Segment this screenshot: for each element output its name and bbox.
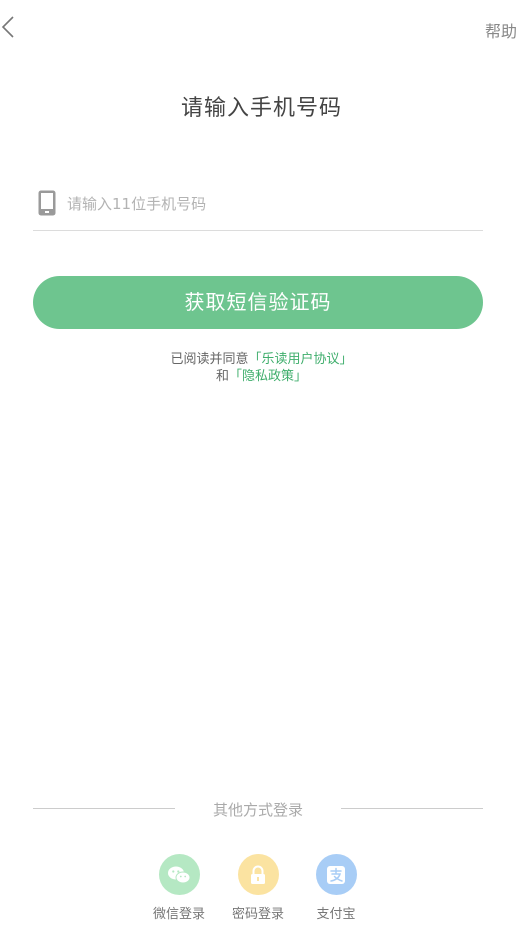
other-login-label: 其他方式登录	[212, 801, 303, 819]
mobile-phone-icon	[38, 190, 56, 216]
lock-icon	[251, 865, 265, 884]
other-login-divider: 其他方式登录	[33, 798, 483, 820]
agreement-text: 已阅读并同意「乐读用户协议」 和「隐私政策」	[0, 351, 523, 385]
back-button[interactable]	[0, 14, 22, 40]
wechat-login-label: 微信登录	[152, 907, 205, 922]
page-title: 请输入手机号码	[180, 96, 342, 121]
password-login-circle	[237, 854, 279, 895]
divider-line-right	[341, 808, 483, 809]
login-page: 帮助 请输入手机号码 获取短信验证码 已阅读并同意「乐读用户协议」 和「隐私政策…	[0, 0, 523, 939]
alipay-icon	[327, 865, 345, 884]
open-bracket: 「	[248, 352, 262, 367]
password-login-button[interactable]: 密码登录	[223, 854, 293, 922]
close-bracket: 」	[294, 369, 308, 384]
get-sms-code-button[interactable]: 获取短信验证码	[33, 276, 483, 329]
agreement-connector: 和	[215, 369, 229, 384]
wechat-login-button[interactable]: 微信登录	[144, 854, 214, 922]
chevron-left-icon	[1, 16, 14, 38]
wechat-icon	[168, 866, 191, 883]
user-agreement-link[interactable]: 乐读用户协议	[262, 352, 340, 367]
phone-input[interactable]	[67, 188, 467, 220]
alipay-login-circle	[315, 854, 357, 895]
password-login-label: 密码登录	[231, 907, 284, 922]
agreement-prefix: 已阅读并同意	[170, 352, 249, 367]
phone-field	[33, 184, 483, 231]
alipay-login-button[interactable]: 支付宝	[301, 854, 371, 922]
wechat-login-circle	[158, 854, 200, 895]
agreement-line-1: 已阅读并同意「乐读用户协议」	[0, 351, 523, 368]
open-bracket: 「	[228, 369, 242, 384]
alipay-login-label: 支付宝	[316, 907, 356, 922]
close-bracket: 」	[339, 352, 353, 367]
agreement-line-2: 和「隐私政策」	[0, 368, 523, 385]
privacy-policy-link[interactable]: 隐私政策	[242, 369, 294, 384]
help-link[interactable]: 帮助	[485, 18, 517, 42]
